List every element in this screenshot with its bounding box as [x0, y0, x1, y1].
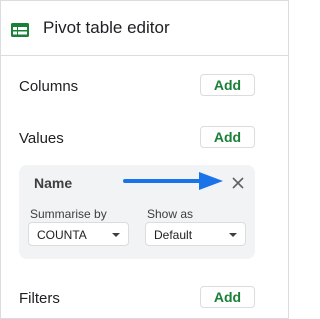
- filters-label: Filters: [19, 290, 60, 307]
- add-filters-button[interactable]: Add: [200, 286, 255, 308]
- show-as-label: Show as: [147, 207, 194, 221]
- chevron-down-icon: [112, 233, 120, 237]
- chevron-down-icon: [229, 233, 237, 237]
- show-as-value: Default: [154, 228, 193, 242]
- summarise-by-select[interactable]: COUNTA: [28, 222, 129, 246]
- annotation-arrow: [123, 172, 223, 190]
- panel-header: Pivot table editor: [1, 1, 288, 56]
- pivot-table-icon: [11, 23, 29, 37]
- panel-title: Pivot table editor: [43, 18, 170, 37]
- value-field-card: Name Summarise by COUNTA Show as Default: [19, 165, 255, 259]
- summarise-by-value: COUNTA: [37, 228, 87, 242]
- columns-label: Columns: [19, 78, 79, 95]
- values-label: Values: [19, 130, 64, 147]
- summarise-by-label: Summarise by: [30, 207, 107, 221]
- show-as-select[interactable]: Default: [145, 222, 246, 246]
- close-icon[interactable]: [231, 176, 245, 190]
- add-columns-button[interactable]: Add: [200, 74, 255, 96]
- pivot-table-editor-panel: Pivot table editor Columns Add Values Ad…: [0, 0, 289, 319]
- add-values-button[interactable]: Add: [200, 126, 255, 148]
- value-field-name: Name: [34, 175, 73, 191]
